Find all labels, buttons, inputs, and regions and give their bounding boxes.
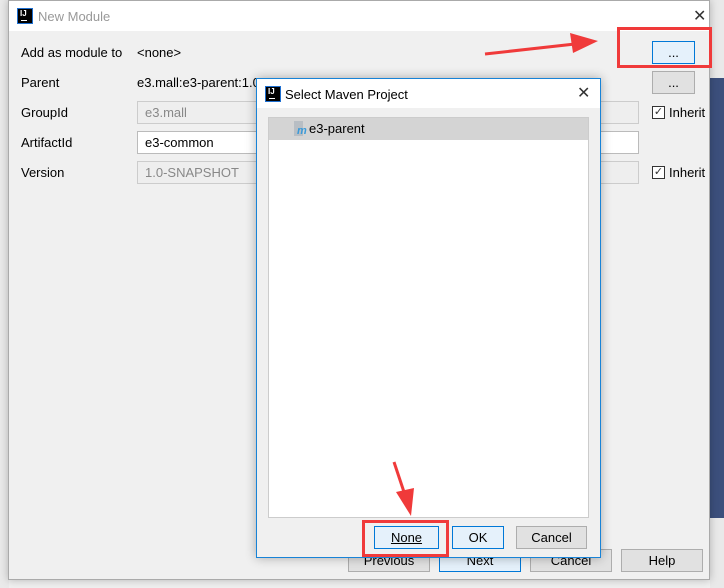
- arrow-to-none: [392, 461, 414, 516]
- annotation-arrows: [392, 33, 598, 516]
- arrow-to-browse: [484, 33, 598, 56]
